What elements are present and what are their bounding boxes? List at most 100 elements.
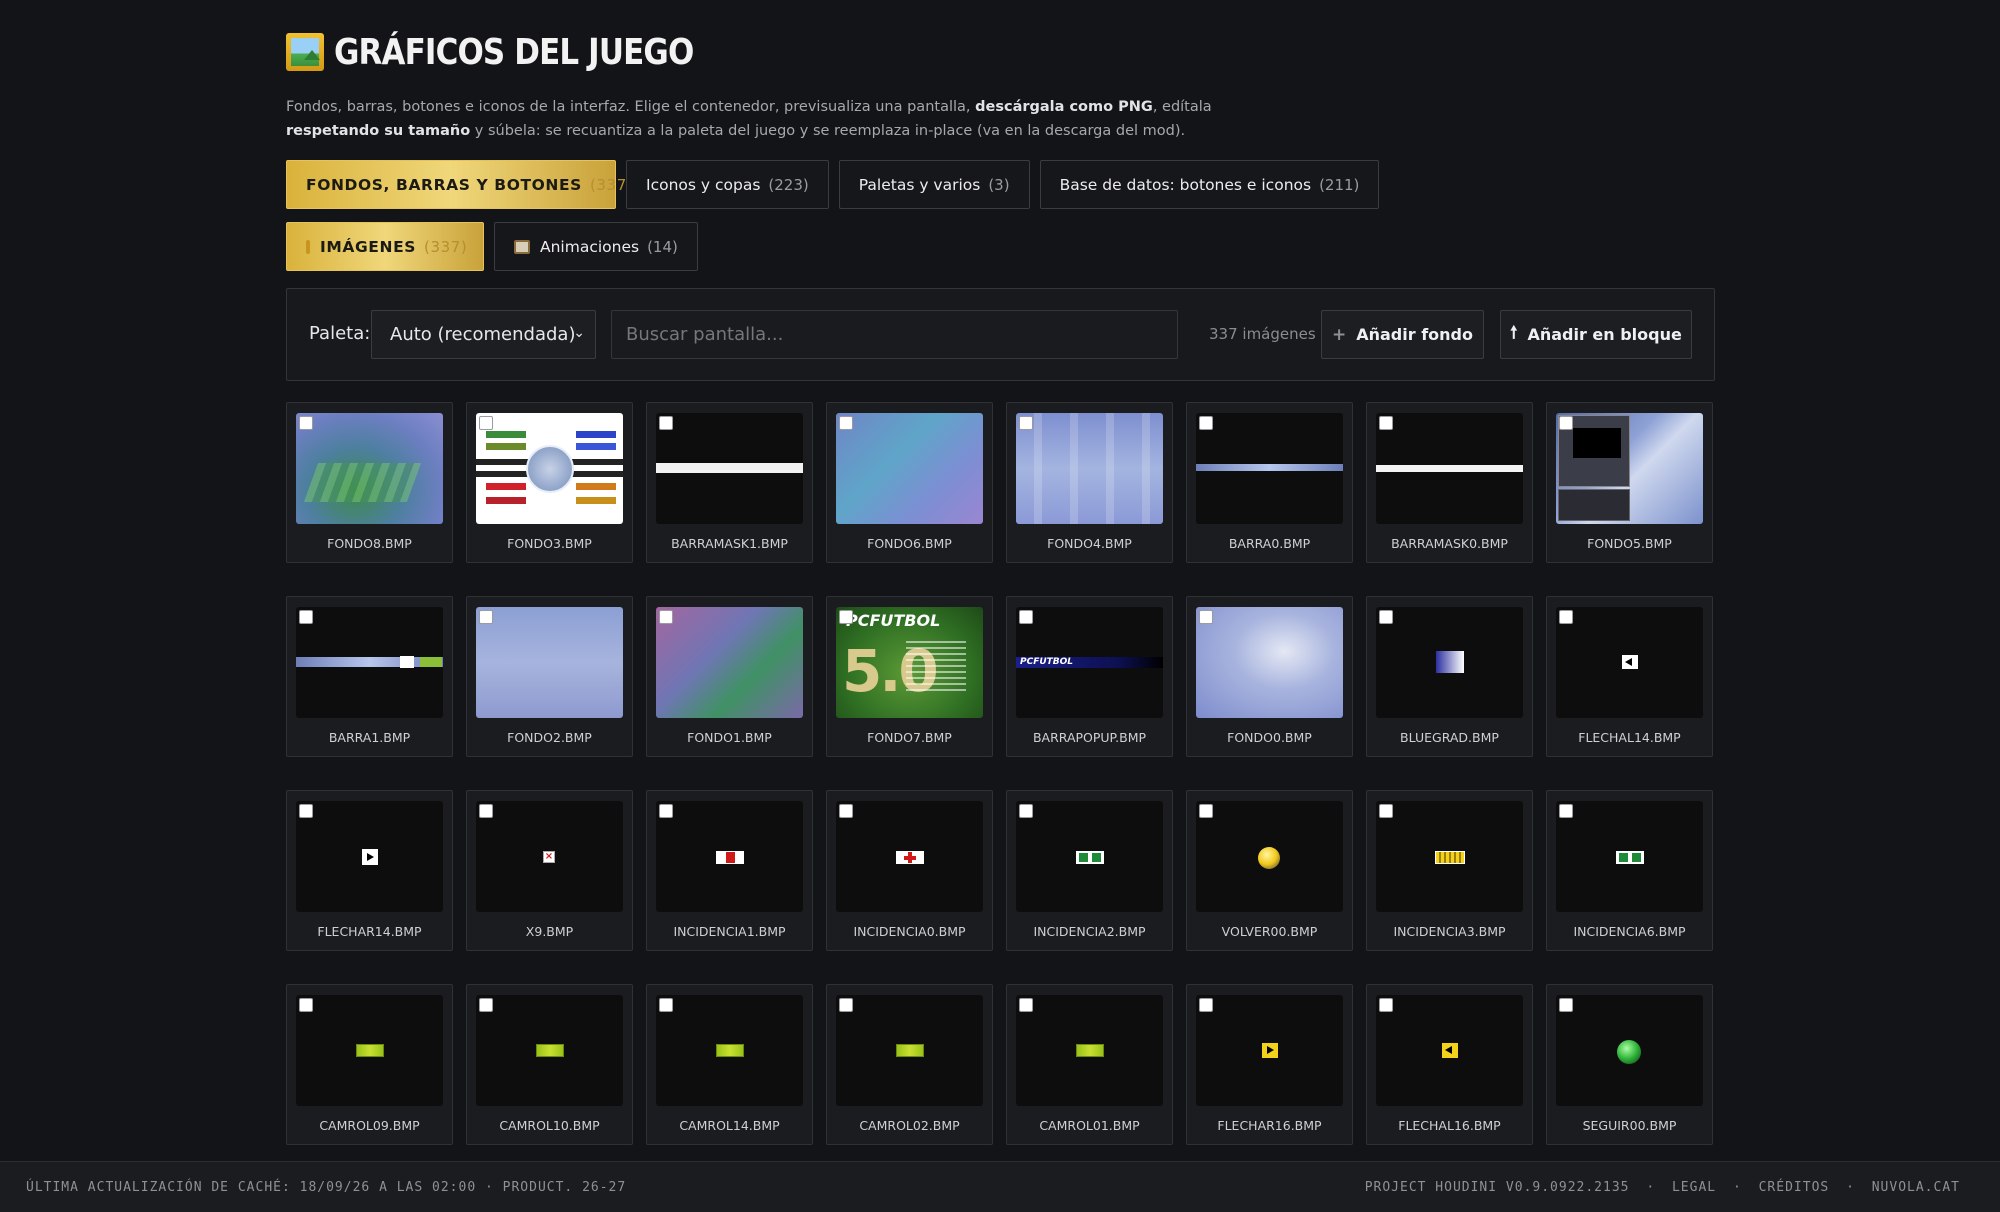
search-input[interactable] xyxy=(611,310,1178,359)
chevron-down-icon: ⌄ xyxy=(573,325,585,341)
select-checkbox[interactable] xyxy=(839,804,853,818)
image-card[interactable]: PCFUTBOL 5.0 FONDO7.BMP xyxy=(826,596,993,757)
select-checkbox[interactable] xyxy=(1379,610,1393,624)
image-card[interactable]: FONDO5.BMP xyxy=(1546,402,1713,563)
select-checkbox[interactable] xyxy=(479,804,493,818)
image-card[interactable]: INCIDENCIA2.BMP xyxy=(1006,790,1173,951)
image-card[interactable]: × X9.BMP xyxy=(466,790,633,951)
image-card[interactable]: BARRA0.BMP xyxy=(1186,402,1353,563)
select-checkbox[interactable] xyxy=(1559,998,1573,1012)
select-checkbox[interactable] xyxy=(479,998,493,1012)
image-card[interactable]: CAMROL10.BMP xyxy=(466,984,633,1145)
container-tabs: FONDOS, BARRAS Y BOTONES (337) Iconos y c… xyxy=(286,160,1380,209)
image-card[interactable]: BLUEGRAD.BMP xyxy=(1366,596,1533,757)
image-card[interactable]: BARRAMASK0.BMP xyxy=(1366,402,1533,563)
select-checkbox[interactable] xyxy=(839,610,853,624)
select-checkbox[interactable] xyxy=(1379,804,1393,818)
image-card[interactable]: SEGUIR00.BMP xyxy=(1546,984,1713,1145)
image-card[interactable]: VOLVER00.BMP xyxy=(1186,790,1353,951)
image-card[interactable]: FLECHAR16.BMP xyxy=(1186,984,1353,1145)
thumbnail xyxy=(296,801,443,912)
tab-fondos-barras-botones[interactable]: FONDOS, BARRAS Y BOTONES (337) xyxy=(286,160,633,209)
image-card[interactable]: PCFUTBOL BARRAPOPUP.BMP xyxy=(1006,596,1173,757)
image-card[interactable]: FONDO2.BMP xyxy=(466,596,633,757)
thumbnail xyxy=(1016,801,1163,912)
select-checkbox[interactable] xyxy=(1019,998,1033,1012)
thumbnail xyxy=(1376,995,1523,1106)
thumbnail xyxy=(1196,995,1343,1106)
image-card[interactable]: FONDO4.BMP xyxy=(1006,402,1173,563)
select-checkbox[interactable] xyxy=(659,998,673,1012)
bulk-upload-button[interactable]: 🠕 Añadir en bloque xyxy=(1500,310,1692,359)
file-name: FLECHAR16.BMP xyxy=(1217,1118,1322,1133)
desc-text-3: y súbela: se recuantiza a la paleta del … xyxy=(470,123,1186,139)
image-card[interactable]: INCIDENCIA6.BMP xyxy=(1546,790,1713,951)
palette-select[interactable]: Auto (recomendada) ⌄ xyxy=(371,310,596,359)
thumbnail xyxy=(1196,801,1343,912)
image-card[interactable]: INCIDENCIA1.BMP xyxy=(646,790,813,951)
image-card[interactable]: FONDO8.BMP xyxy=(286,402,453,563)
file-name: INCIDENCIA3.BMP xyxy=(1393,924,1506,939)
image-card[interactable]: FONDO3.BMP xyxy=(466,402,633,563)
image-card[interactable]: CAMROL09.BMP xyxy=(286,984,453,1145)
select-checkbox[interactable] xyxy=(1379,998,1393,1012)
image-card[interactable]: FLECHAR14.BMP xyxy=(286,790,453,951)
select-checkbox[interactable] xyxy=(479,416,493,430)
thumbnail xyxy=(1196,413,1343,524)
select-checkbox[interactable] xyxy=(299,610,313,624)
image-card[interactable]: FLECHAL16.BMP xyxy=(1366,984,1533,1145)
select-checkbox[interactable] xyxy=(1019,416,1033,430)
select-checkbox[interactable] xyxy=(1199,804,1213,818)
select-checkbox[interactable] xyxy=(659,610,673,624)
thumbnail xyxy=(836,995,983,1106)
tab-imagenes[interactable]: IMÁGENES (337) xyxy=(286,222,484,271)
thumbnail xyxy=(656,801,803,912)
palette-select-value: Auto (recomendada) xyxy=(390,324,576,345)
legal-link[interactable]: LEGAL xyxy=(1672,1180,1716,1195)
tab-iconos-copas[interactable]: Iconos y copas (223) xyxy=(626,160,829,209)
title-row: GRÁFICOS DEL JUEGO xyxy=(286,28,752,76)
tab-animaciones[interactable]: Animaciones (14) xyxy=(494,222,698,271)
select-checkbox[interactable] xyxy=(659,416,673,430)
select-checkbox[interactable] xyxy=(1379,416,1393,430)
select-checkbox[interactable] xyxy=(1019,804,1033,818)
image-card[interactable]: CAMROL02.BMP xyxy=(826,984,993,1145)
select-checkbox[interactable] xyxy=(1199,610,1213,624)
credits-link[interactable]: CRÉDITOS xyxy=(1759,1180,1830,1195)
image-card[interactable]: INCIDENCIA0.BMP xyxy=(826,790,993,951)
thumbnail xyxy=(1556,607,1703,718)
select-checkbox[interactable] xyxy=(1199,998,1213,1012)
select-checkbox[interactable] xyxy=(299,998,313,1012)
upload-arrow-icon: 🠕 xyxy=(1510,323,1518,343)
select-checkbox[interactable] xyxy=(1559,804,1573,818)
file-name: INCIDENCIA6.BMP xyxy=(1573,924,1686,939)
tab-base-datos[interactable]: Base de datos: botones e iconos (211) xyxy=(1039,160,1380,209)
select-checkbox[interactable] xyxy=(299,804,313,818)
select-checkbox[interactable] xyxy=(1559,610,1573,624)
image-card[interactable]: BARRA1.BMP xyxy=(286,596,453,757)
select-checkbox[interactable] xyxy=(839,998,853,1012)
select-checkbox[interactable] xyxy=(1019,610,1033,624)
image-card[interactable]: FONDO0.BMP xyxy=(1186,596,1353,757)
thumbnail xyxy=(1016,413,1163,524)
desc-bold-1: descárgala como PNG xyxy=(975,99,1153,115)
select-checkbox[interactable] xyxy=(839,416,853,430)
select-checkbox[interactable] xyxy=(659,804,673,818)
select-checkbox[interactable] xyxy=(1199,416,1213,430)
picture-icon xyxy=(306,239,310,254)
image-card[interactable]: BARRAMASK1.BMP xyxy=(646,402,813,563)
image-card[interactable]: FONDO1.BMP xyxy=(646,596,813,757)
file-name: BARRA1.BMP xyxy=(328,730,411,745)
site-link[interactable]: NUVOLA.CAT xyxy=(1872,1180,1960,1195)
select-checkbox[interactable] xyxy=(479,610,493,624)
image-card[interactable]: CAMROL01.BMP xyxy=(1006,984,1173,1145)
add-background-button[interactable]: + Añadir fondo xyxy=(1321,310,1484,359)
image-card[interactable]: FONDO6.BMP xyxy=(826,402,993,563)
film-icon xyxy=(514,239,530,254)
image-card[interactable]: INCIDENCIA3.BMP xyxy=(1366,790,1533,951)
select-checkbox[interactable] xyxy=(1559,416,1573,430)
tab-paletas-varios[interactable]: Paletas y varios (3) xyxy=(838,160,1030,209)
select-checkbox[interactable] xyxy=(299,416,313,430)
image-card[interactable]: CAMROL14.BMP xyxy=(646,984,813,1145)
image-card[interactable]: FLECHAL14.BMP xyxy=(1546,596,1713,757)
